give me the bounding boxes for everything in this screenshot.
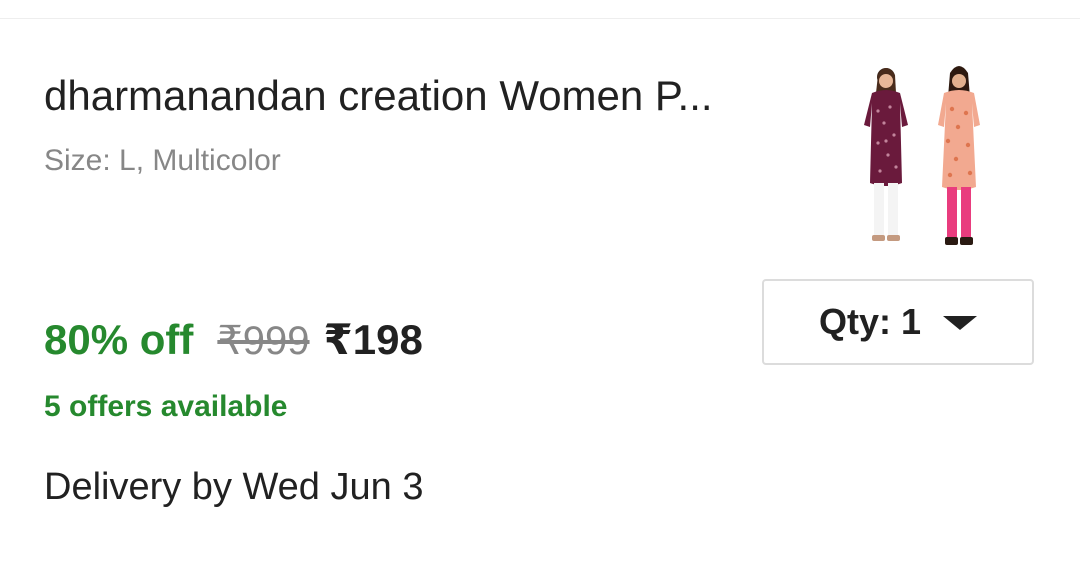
product-variant: Size: L, Multicolor <box>44 144 281 177</box>
top-divider <box>0 0 1080 19</box>
discount-percent: 80% off <box>44 316 194 363</box>
original-price: ₹999 <box>217 319 310 363</box>
selling-price: ₹198 <box>323 316 423 363</box>
offers-link[interactable]: 5 offers available <box>44 389 287 425</box>
right-model-figure <box>938 66 980 245</box>
quantity-dropdown[interactable]: Qty: 1 <box>762 279 1034 365</box>
left-model-figure <box>864 68 908 241</box>
product-title[interactable]: dharmanandan creation Women P... <box>44 72 713 120</box>
product-image[interactable] <box>838 63 1008 259</box>
price-row: 80% off ₹999 ₹198 <box>44 315 423 371</box>
delivery-info: Delivery by Wed Jun 3 <box>44 466 424 508</box>
caret-down-icon <box>943 316 978 330</box>
cart-item-card: dharmanandan creation Women P... Size: L… <box>0 19 1080 572</box>
quantity-label: Qty: 1 <box>818 301 922 342</box>
